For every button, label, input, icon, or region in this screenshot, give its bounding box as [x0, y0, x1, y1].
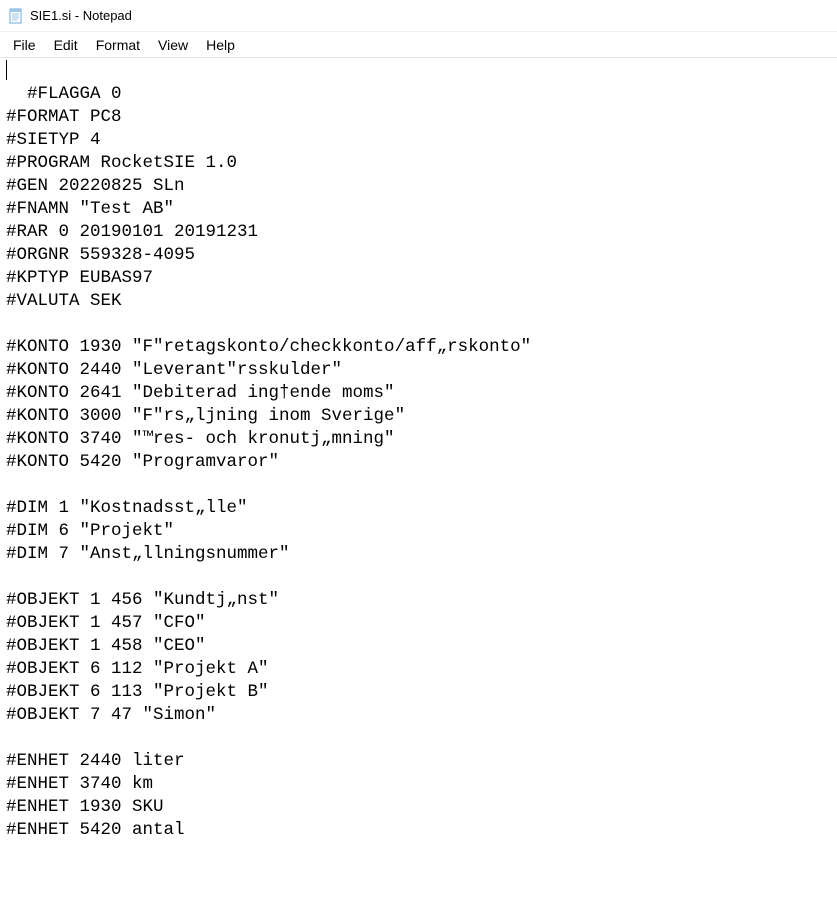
- menu-file[interactable]: File: [4, 34, 45, 56]
- window-titlebar: SIE1.si - Notepad: [0, 0, 837, 32]
- window-title: SIE1.si - Notepad: [30, 8, 132, 23]
- menu-help[interactable]: Help: [197, 34, 244, 56]
- menu-view[interactable]: View: [149, 34, 197, 56]
- text-caret: [6, 60, 7, 80]
- text-editor[interactable]: #FLAGGA 0 #FORMAT PC8 #SIETYP 4 #PROGRAM…: [0, 58, 837, 920]
- menu-format[interactable]: Format: [87, 34, 149, 56]
- menu-bar: File Edit Format View Help: [0, 32, 837, 58]
- menu-edit[interactable]: Edit: [45, 34, 87, 56]
- document-content: #FLAGGA 0 #FORMAT PC8 #SIETYP 4 #PROGRAM…: [6, 84, 531, 840]
- notepad-icon: [8, 8, 24, 24]
